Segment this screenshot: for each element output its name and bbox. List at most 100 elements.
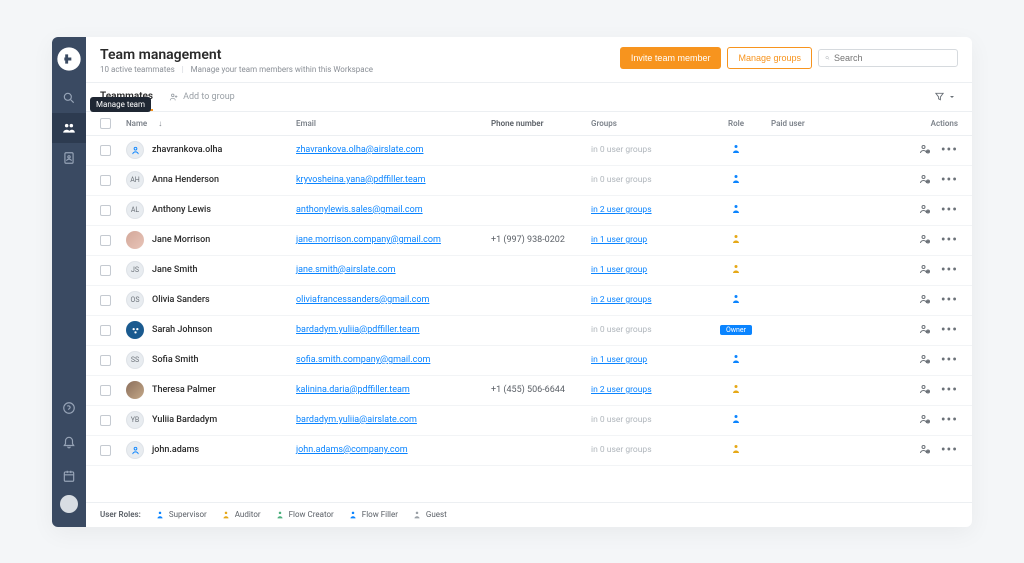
- row-menu-icon[interactable]: •••: [941, 443, 958, 457]
- user-edit-icon[interactable]: [919, 413, 931, 428]
- row-menu-icon[interactable]: •••: [941, 413, 958, 427]
- row-checkbox[interactable]: [100, 295, 111, 306]
- table-row: OSOlivia Sanders oliviafrancessanders@gm…: [86, 286, 972, 316]
- table-row: YBYuliia Bardadym bardadym.yuliia@airsla…: [86, 406, 972, 436]
- row-menu-icon[interactable]: •••: [941, 323, 958, 337]
- avatar: [126, 381, 144, 399]
- invite-button[interactable]: Invite team member: [620, 47, 722, 69]
- sidebar-avatar[interactable]: [60, 495, 78, 513]
- email-link[interactable]: jane.morrison.company@gmail.com: [296, 235, 441, 245]
- tabs-row: Teammates Add to group: [86, 83, 972, 112]
- col-actions: Actions: [841, 119, 958, 128]
- email-link[interactable]: john.adams@company.com: [296, 445, 408, 455]
- groups-link[interactable]: in 1 user group: [591, 355, 647, 365]
- sidebar-team-icon[interactable]: [52, 113, 86, 143]
- email-link[interactable]: sofia.smith.company@gmail.com: [296, 355, 430, 365]
- page-header: Team management 10 active teammates | Ma…: [86, 37, 972, 83]
- col-role[interactable]: Role: [701, 119, 771, 128]
- email-link[interactable]: bardadym.yuliia@airslate.com: [296, 415, 417, 425]
- row-checkbox[interactable]: [100, 235, 111, 246]
- search-box[interactable]: [818, 49, 958, 67]
- email-link[interactable]: kalinina.daria@pdffiller.team: [296, 385, 410, 395]
- user-edit-icon[interactable]: [919, 143, 931, 158]
- user-edit-icon[interactable]: [919, 443, 931, 458]
- col-paid[interactable]: Paid user: [771, 119, 841, 128]
- user-edit-icon[interactable]: [919, 203, 931, 218]
- legend-label: User Roles:: [100, 510, 141, 519]
- groups-link[interactable]: in 2 user groups: [591, 205, 652, 215]
- row-menu-icon[interactable]: •••: [941, 353, 958, 367]
- row-name: Anthony Lewis: [152, 205, 211, 215]
- row-checkbox[interactable]: [100, 205, 111, 216]
- row-name: Sarah Johnson: [152, 325, 212, 335]
- user-edit-icon[interactable]: [919, 263, 931, 278]
- row-checkbox[interactable]: [100, 325, 111, 336]
- user-edit-icon[interactable]: [919, 233, 931, 248]
- avatar: YB: [126, 411, 144, 429]
- sidebar-contacts-icon[interactable]: [52, 143, 86, 173]
- email-link[interactable]: kryvosheina.yana@pdffiller.team: [296, 175, 426, 185]
- groups-link[interactable]: in 1 user group: [591, 265, 647, 275]
- row-menu-icon[interactable]: •••: [941, 233, 958, 247]
- row-checkbox[interactable]: [100, 265, 111, 276]
- search-icon: [825, 53, 830, 63]
- search-input[interactable]: [834, 53, 951, 63]
- avatar: AL: [126, 201, 144, 219]
- row-checkbox[interactable]: [100, 145, 111, 156]
- row-menu-icon[interactable]: •••: [941, 293, 958, 307]
- row-checkbox[interactable]: [100, 385, 111, 396]
- row-name: zhavrankova.olha: [152, 145, 222, 155]
- user-edit-icon[interactable]: [919, 173, 931, 188]
- select-all-checkbox[interactable]: [100, 118, 111, 129]
- email-link[interactable]: anthonylewis.sales@gmail.com: [296, 205, 423, 215]
- row-checkbox[interactable]: [100, 415, 111, 426]
- email-link[interactable]: jane.smith@airslate.com: [296, 265, 396, 275]
- user-edit-icon[interactable]: [919, 383, 931, 398]
- sidebar-bell-icon[interactable]: [52, 427, 86, 457]
- row-name: Sofia Smith: [152, 355, 199, 365]
- email-link[interactable]: zhavrankova.olha@airslate.com: [296, 145, 424, 155]
- role-icon: [730, 353, 742, 368]
- row-menu-icon[interactable]: •••: [941, 263, 958, 277]
- owner-badge: Owner: [720, 325, 752, 335]
- email-link[interactable]: oliviafrancessanders@gmail.com: [296, 295, 429, 305]
- groups-text: in 0 user groups: [591, 445, 652, 455]
- role-icon: [730, 443, 742, 458]
- sidebar-calendar-icon[interactable]: [52, 461, 86, 491]
- add-to-group-action[interactable]: Add to group: [169, 92, 235, 102]
- groups-link[interactable]: in 2 user groups: [591, 385, 652, 395]
- user-edit-icon[interactable]: [919, 323, 931, 338]
- row-menu-icon[interactable]: •••: [941, 173, 958, 187]
- avatar: [126, 441, 144, 459]
- row-checkbox[interactable]: [100, 175, 111, 186]
- email-link[interactable]: bardadym.yuliia@pdffiller.team: [296, 325, 420, 335]
- row-name: Jane Smith: [152, 265, 198, 275]
- user-edit-icon[interactable]: [919, 293, 931, 308]
- table-row: SSSofia Smith sofia.smith.company@gmail.…: [86, 346, 972, 376]
- row-phone: +1 (997) 938-0202: [491, 235, 591, 245]
- table-row: AHAnna Henderson kryvosheina.yana@pdffil…: [86, 166, 972, 196]
- row-menu-icon[interactable]: •••: [941, 203, 958, 217]
- col-email[interactable]: Email: [296, 119, 491, 128]
- avatar: [126, 321, 144, 339]
- sidebar-help-icon[interactable]: [52, 393, 86, 423]
- row-checkbox[interactable]: [100, 445, 111, 456]
- col-name[interactable]: Name: [126, 119, 147, 128]
- row-menu-icon[interactable]: •••: [941, 143, 958, 157]
- app-logo-icon: [55, 45, 83, 73]
- role-icon: [730, 383, 742, 398]
- row-checkbox[interactable]: [100, 355, 111, 366]
- col-phone[interactable]: Phone number: [491, 119, 591, 128]
- row-menu-icon[interactable]: •••: [941, 383, 958, 397]
- table-row: Sarah Johnson bardadym.yuliia@pdffiller.…: [86, 316, 972, 346]
- flow-creator-icon: [275, 510, 285, 520]
- col-groups[interactable]: Groups: [591, 119, 701, 128]
- role-icon: [730, 293, 742, 308]
- groups-link[interactable]: in 1 user group: [591, 235, 647, 245]
- guest-icon: [412, 510, 422, 520]
- manage-groups-button[interactable]: Manage groups: [727, 47, 812, 69]
- filter-dropdown[interactable]: [934, 91, 958, 102]
- groups-link[interactable]: in 2 user groups: [591, 295, 652, 305]
- sidebar-search-icon[interactable]: [52, 83, 86, 113]
- user-edit-icon[interactable]: [919, 353, 931, 368]
